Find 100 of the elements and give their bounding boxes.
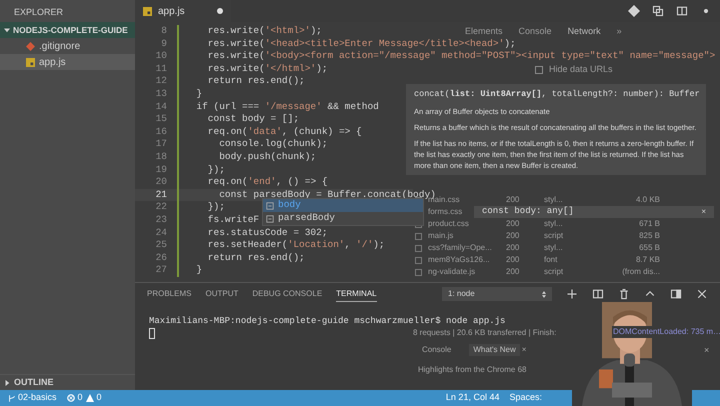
request-name[interactable]: main.js <box>428 230 506 242</box>
error-icon <box>66 394 75 402</box>
line-number: 21 <box>154 188 168 202</box>
panel-tab[interactable]: PROBLEMS <box>147 286 192 302</box>
line-number: 25 <box>154 239 168 252</box>
request-type: script <box>544 230 564 242</box>
code-line: res.setHeader('Location', '/'); <box>206 239 385 252</box>
hover-close-button[interactable]: × <box>701 206 706 218</box>
line-number: 10 <box>154 50 168 63</box>
plus-icon[interactable] <box>566 288 578 300</box>
folder-header[interactable]: NODEJS-COMPLETE-GUIDE <box>0 22 135 38</box>
diamond-icon[interactable] <box>628 5 640 17</box>
problems-item[interactable]: 0 0 <box>66 391 102 405</box>
cursor-position[interactable]: Ln 21, Col 44 <box>446 391 500 405</box>
line-number: 16 <box>154 126 168 138</box>
maximize-icon[interactable] <box>670 288 682 300</box>
code-line: return res.end(); <box>206 75 305 88</box>
drawer-tab[interactable]: Console <box>418 344 456 356</box>
devtools-tab[interactable]: Elements <box>465 25 503 38</box>
code-line: res.write('</html>'); <box>206 62 328 76</box>
request-size: 825 B <box>638 230 660 242</box>
panel-tab[interactable]: TERMINAL <box>336 286 377 302</box>
line-number: 23 <box>154 214 168 226</box>
code-line: console.log(chunk); <box>218 138 328 151</box>
request-type: styl... <box>544 194 564 206</box>
code-line: res.statusCode = 302; <box>206 226 328 240</box>
panel-tab[interactable]: OUTPUT <box>205 286 238 302</box>
code-line: body.push(chunk); <box>218 150 316 164</box>
split-icon[interactable] <box>592 288 604 300</box>
code-line: res.write('<head><title>Enter Message</title><head>'); <box>206 38 516 50</box>
sidebar-title: EXPLORER <box>13 6 64 19</box>
columns-icon[interactable] <box>676 5 688 17</box>
terminal-select[interactable]: 1: node <box>442 287 552 301</box>
request-status: 200 <box>506 230 520 242</box>
request-status: 200 <box>506 242 520 254</box>
code-line: req.on('end', () => { <box>206 176 328 189</box>
close-tab-button[interactable]: × <box>522 344 526 356</box>
drawer-text: Highlights from the Chrome 68 <box>418 364 526 376</box>
request-type: font <box>544 254 558 266</box>
request-size: (from dis... <box>621 266 660 278</box>
branch-item[interactable]: 02-basics <box>8 391 57 405</box>
line-number: 26 <box>154 252 168 264</box>
js-file-icon <box>143 6 152 16</box>
indentation[interactable]: Spaces: <box>509 391 542 405</box>
line-number: 17 <box>154 138 168 151</box>
request-type: styl... <box>544 218 564 230</box>
request-status: 200 <box>506 218 520 230</box>
updown-icon <box>542 290 546 298</box>
request-name[interactable]: mem8YaGs126... <box>428 254 506 266</box>
line-number: 12 <box>154 75 168 88</box>
line-number: 13 <box>154 88 168 101</box>
line-number: 27 <box>154 264 168 277</box>
request-status: 200 <box>506 266 520 278</box>
panel-tab[interactable]: DEBUG CONSOLE <box>252 286 322 302</box>
request-status: 200 <box>506 254 520 266</box>
terminal-cursor <box>149 328 155 339</box>
js-file-icon <box>26 58 35 66</box>
code-line: if (url === '/message' && method <box>195 100 379 114</box>
file-item[interactable]: .gitignore <box>0 38 135 54</box>
code-line: }); <box>206 164 225 176</box>
line-number: 15 <box>154 113 168 126</box>
close-icon[interactable] <box>696 288 708 300</box>
request-status: 200 <box>506 194 520 206</box>
devtools-tab[interactable]: Network <box>568 25 601 38</box>
request-type: styl... <box>544 242 564 254</box>
code-line: const body = []; <box>206 113 300 126</box>
warning-icon <box>86 394 94 402</box>
copy-icon[interactable] <box>652 5 664 17</box>
line-number: 22 <box>154 201 168 214</box>
code-line: } <box>195 264 202 277</box>
line-number: 8 <box>160 25 168 38</box>
suggestion-item[interactable]: body <box>263 199 423 212</box>
suggestion-item[interactable]: parsedBody <box>263 212 423 225</box>
more-tabs[interactable]: » <box>616 25 622 38</box>
line-number: 19 <box>154 164 168 176</box>
code-line: req.on('data', (chunk) => { <box>206 126 362 138</box>
line-number: 18 <box>154 150 168 164</box>
request-size: 655 B <box>638 242 660 254</box>
request-name[interactable]: ng-validate.js <box>428 266 506 278</box>
file-item[interactable]: app.js <box>0 54 135 70</box>
request-size: 8.7 KB <box>634 254 660 266</box>
request-name[interactable]: product.css <box>428 218 506 230</box>
code-line: }); <box>206 201 225 214</box>
request-size: 4.0 KB <box>634 194 660 206</box>
line-number: 11 <box>154 62 168 76</box>
request-name[interactable]: css?family=Ope... <box>428 242 506 254</box>
code-line: res.write('<html>'); <box>206 25 322 38</box>
drawer-tab[interactable]: What's New <box>469 344 520 356</box>
devtools-tab[interactable]: Console <box>518 25 552 38</box>
git-icon <box>26 42 35 50</box>
terminal-line: Maximilians-MBP:nodejs-complete-guide mschwarzmueller$ node app.js <box>149 315 506 327</box>
line-number: 24 <box>154 226 168 240</box>
code-line: return res.end(); <box>206 252 305 264</box>
trash-icon[interactable] <box>618 288 630 300</box>
hide-data-urls-checkbox[interactable]: Hide data URLs <box>535 63 613 76</box>
request-size: 671 B <box>638 218 660 230</box>
chevron-icon <box>4 380 10 386</box>
drawer-close-button[interactable]: × <box>704 344 710 358</box>
line-number: 14 <box>154 100 168 114</box>
line-number: 20 <box>154 176 168 189</box>
